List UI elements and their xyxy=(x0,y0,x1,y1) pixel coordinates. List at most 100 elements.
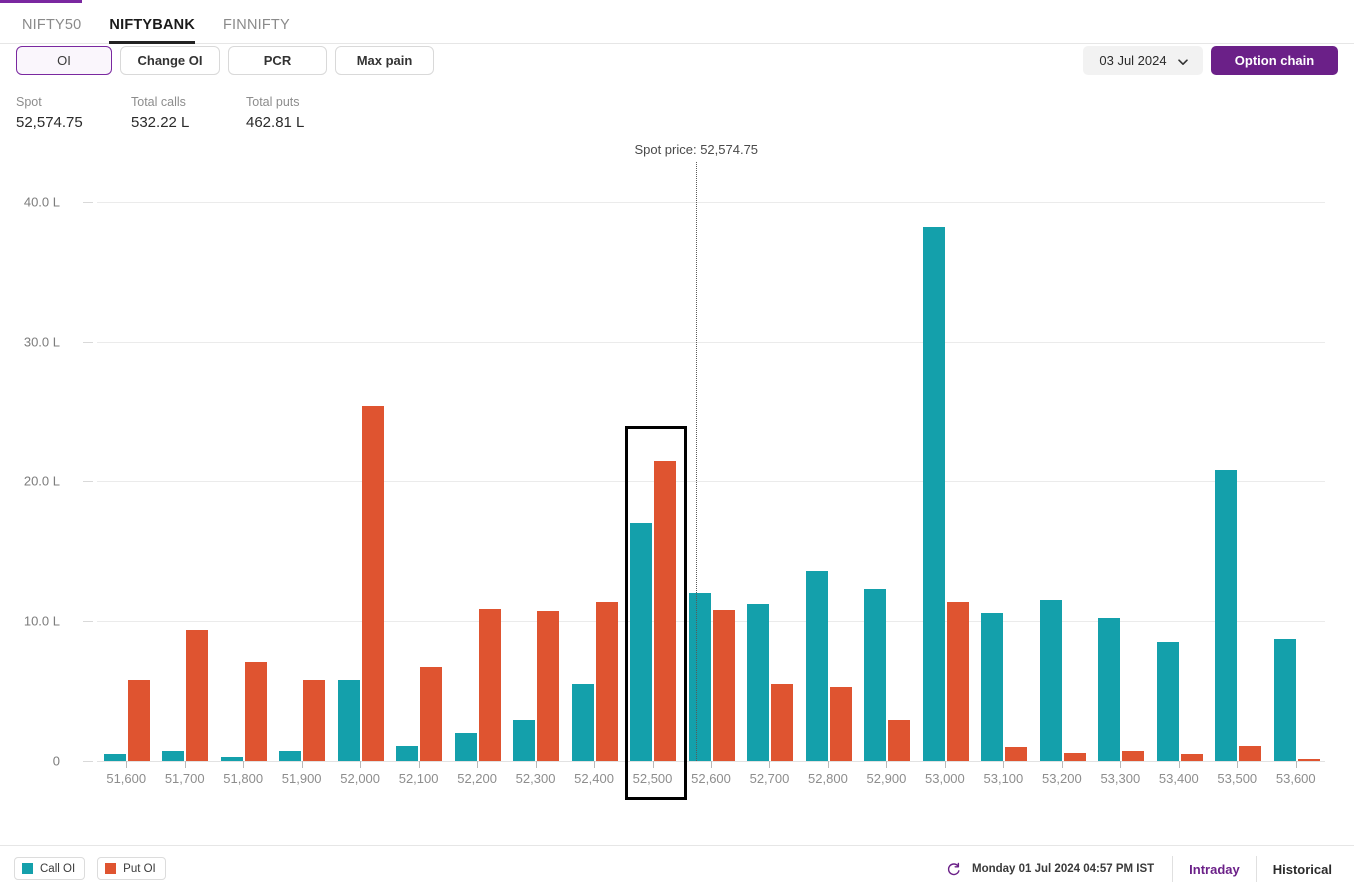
bar-group[interactable] xyxy=(102,174,150,761)
call-oi-bar[interactable] xyxy=(1273,639,1296,761)
call-oi-bar[interactable] xyxy=(396,745,419,761)
put-oi-bar[interactable] xyxy=(186,629,209,761)
tab-nifty50[interactable]: NIFTY50 xyxy=(22,17,81,44)
put-oi-bar[interactable] xyxy=(829,686,852,761)
call-oi-bar[interactable] xyxy=(104,754,126,761)
put-oi-bar[interactable] xyxy=(478,608,501,761)
call-oi-bar[interactable] xyxy=(1156,642,1179,761)
x-axis-label: 53,600 xyxy=(1275,771,1316,786)
put-oi-bar[interactable] xyxy=(595,601,618,761)
stat-value: 532.22 L xyxy=(131,114,190,131)
stat-value: 52,574.75 xyxy=(16,114,83,131)
put-oi-bar[interactable] xyxy=(771,684,794,761)
chart-legend: Call OI Put OI xyxy=(14,857,166,880)
call-oi-bar[interactable] xyxy=(630,523,653,761)
x-tick-mark xyxy=(886,761,888,768)
put-oi-bar[interactable] xyxy=(128,679,150,761)
bar-group[interactable] xyxy=(1096,174,1145,761)
tab-change-oi[interactable]: Change OI xyxy=(120,46,220,75)
put-oi-bar[interactable] xyxy=(303,679,326,761)
x-axis-label: 52,200 xyxy=(457,771,497,786)
tab-oi[interactable]: OI xyxy=(16,46,112,75)
call-oi-bar[interactable] xyxy=(864,589,887,761)
tab-pcr[interactable]: PCR xyxy=(228,46,327,75)
put-oi-bar[interactable] xyxy=(1005,747,1028,761)
bar-group[interactable] xyxy=(511,174,560,761)
put-oi-bar[interactable] xyxy=(1063,752,1086,761)
tab-max-pain[interactable]: Max pain xyxy=(335,46,434,75)
bar-group[interactable] xyxy=(1155,174,1203,761)
call-oi-bar[interactable] xyxy=(1215,470,1238,761)
call-oi-bar[interactable] xyxy=(922,227,945,761)
y-axis-label: 10.0 L xyxy=(23,613,60,629)
bar-group[interactable] xyxy=(804,174,852,761)
call-oi-bar[interactable] xyxy=(454,733,477,761)
expiry-date-select[interactable]: 03 Jul 2024 xyxy=(1083,46,1203,75)
put-oi-bar[interactable] xyxy=(1122,751,1145,761)
bar-group[interactable] xyxy=(687,174,735,761)
summary-stats: Spot 52,574.75 Total calls 532.22 L Total pu… xyxy=(16,94,361,134)
x-axis-label: 52,400 xyxy=(574,771,614,786)
refresh-icon[interactable] xyxy=(946,862,961,877)
call-oi-bar[interactable] xyxy=(337,679,360,761)
put-oi-bar[interactable] xyxy=(654,460,677,761)
stat-label: Total puts xyxy=(246,95,300,109)
call-oi-bar[interactable] xyxy=(805,570,828,761)
put-oi-bar[interactable] xyxy=(1297,758,1320,761)
put-oi-bar[interactable] xyxy=(420,667,443,761)
put-oi-bar[interactable] xyxy=(1180,754,1203,761)
x-tick-mark xyxy=(301,761,303,768)
put-oi-bar[interactable] xyxy=(537,611,560,761)
x-axis-label: 51,900 xyxy=(281,771,322,786)
call-oi-bar[interactable] xyxy=(688,593,711,761)
put-oi-bar[interactable] xyxy=(361,406,384,761)
call-oi-bar[interactable] xyxy=(162,751,185,761)
footer-controls: Monday 01 Jul 2024 04:57 PM IST Intraday… xyxy=(936,846,1344,892)
tab-niftybank[interactable]: NIFTYBANK xyxy=(109,17,195,44)
bar-group[interactable] xyxy=(1213,174,1262,761)
bar-group[interactable] xyxy=(862,174,911,761)
call-oi-bar[interactable] xyxy=(513,720,536,761)
bar-group[interactable] xyxy=(570,174,618,761)
stat-label: Spot xyxy=(16,95,42,109)
bar-group[interactable] xyxy=(628,174,677,761)
mode-intraday[interactable]: Intraday xyxy=(1173,856,1257,882)
bar-group[interactable] xyxy=(921,174,969,761)
bar-group[interactable] xyxy=(1272,174,1320,761)
y-axis-label: 20.0 L xyxy=(23,473,60,489)
mode-historical[interactable]: Historical xyxy=(1257,856,1344,882)
call-oi-bar[interactable] xyxy=(981,612,1004,761)
bar-group[interactable] xyxy=(394,174,443,761)
x-tick-mark xyxy=(1061,761,1063,768)
put-oi-bar[interactable] xyxy=(712,610,735,761)
call-oi-bar[interactable] xyxy=(747,604,770,761)
x-tick-mark xyxy=(243,761,245,768)
bar-group[interactable] xyxy=(1038,174,1086,761)
option-chain-button[interactable]: Option chain xyxy=(1211,46,1338,75)
x-axis-label: 52,700 xyxy=(749,771,790,786)
y-tick-mark xyxy=(83,201,93,203)
x-tick-mark xyxy=(126,761,128,768)
legend-put-oi[interactable]: Put OI xyxy=(97,857,166,880)
call-oi-bar[interactable] xyxy=(1039,600,1062,761)
call-oi-bar[interactable] xyxy=(279,751,302,761)
bar-group[interactable] xyxy=(979,174,1028,761)
bar-group[interactable] xyxy=(453,174,501,761)
x-tick-mark xyxy=(418,761,420,768)
bar-group[interactable] xyxy=(336,174,384,761)
bar-group[interactable] xyxy=(160,174,209,761)
call-oi-bar[interactable] xyxy=(571,684,594,761)
put-oi-bar[interactable] xyxy=(1239,745,1262,761)
put-oi-bar[interactable] xyxy=(244,661,267,761)
bar-group[interactable] xyxy=(745,174,794,761)
bar-group[interactable] xyxy=(219,174,267,761)
put-oi-bar[interactable] xyxy=(946,601,969,761)
legend-call-oi[interactable]: Call OI xyxy=(14,857,86,880)
call-oi-bar[interactable] xyxy=(1098,618,1121,761)
bar-group[interactable] xyxy=(277,174,326,761)
put-oi-bar[interactable] xyxy=(888,720,911,761)
call-oi-bar[interactable] xyxy=(220,756,243,761)
stat-total-puts: Total puts 462.81 L xyxy=(246,94,361,134)
tab-finnifty[interactable]: FINNIFTY xyxy=(223,17,290,44)
x-axis-label: 51,600 xyxy=(106,771,147,786)
